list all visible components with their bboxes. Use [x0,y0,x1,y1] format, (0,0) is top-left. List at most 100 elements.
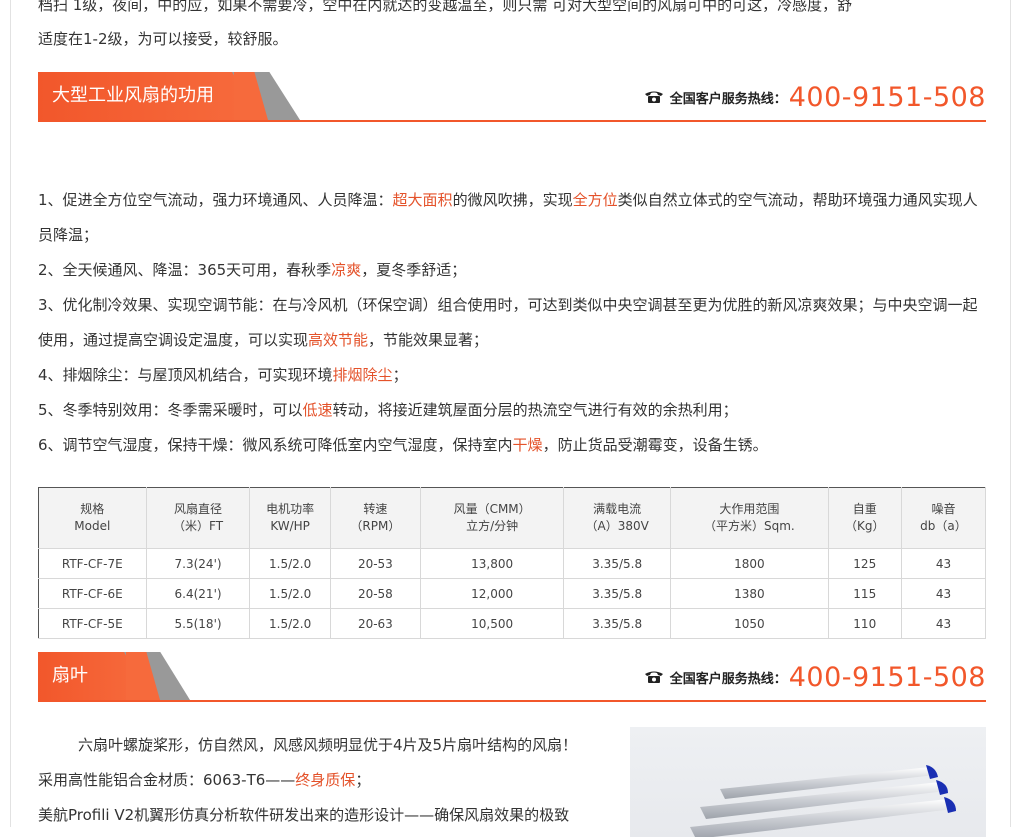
table-row: RTF-CF-7E 7.3(24') 1.5/2.0 20-53 13,800 3.35/… [38,548,987,579]
column-header-line: 电机功率 [266,502,315,516]
table-cell: 1.5/2.0 [249,608,331,639]
table-cell: 5.5(18') [145,608,251,639]
benefit-highlight: 凉爽 [331,261,362,279]
column-header-line: 满载电流 [593,502,642,516]
column-header-line: （平方米）Sqm. [703,519,795,533]
column-header: 风量（CMM） 立方/分钟 [419,487,565,549]
table-cell: RTF-CF-6E [38,578,147,609]
table-cell: 43 [900,608,987,639]
intro-line-2: 适度在1-2级，为可以接受，较舒服。 [38,30,288,48]
column-header-line: 转速 [363,502,388,516]
blade-line-3-text: 美航Profili V2机翼形仿真分析软件研发出来的造形设计——确保风扇效果的极… [38,806,570,824]
benefit-item: 2、全天候通风、降温：365天可用，春秋季凉爽，夏冬季舒适； [38,253,986,288]
benefit-item: 3、优化制冷效果、实现空调节能：在与冷风机（环保空调）组合使用时，可达到类似中央… [38,288,986,358]
column-header: 自重 （Kg） [827,487,902,549]
fan-blade-image [630,727,986,837]
table-cell: 1800 [670,548,829,579]
column-header-line: 噪音 [931,502,956,516]
table-cell: 1.5/2.0 [249,548,331,579]
blade-line-1-text: 六扇叶螺旋桨形，仿自然风，风感风频明显优于4片及5片扇叶结构的风扇！ [78,736,578,754]
table-cell: 20-58 [329,578,422,609]
column-header: 电机功率 KW/HP [249,487,331,549]
benefit-highlight: 超大面积 [392,191,453,209]
section-rule [38,120,986,122]
column-header: 风扇直径 （米）FT [145,487,251,549]
column-header: 转速 （RPM） [329,487,422,549]
benefit-text: ，防止货品受潮霉变，设备生锈。 [542,436,768,454]
table-cell: 1380 [670,578,829,609]
table-cell: 20-53 [329,548,422,579]
section-header-blades: 扇叶 全国客户服务热线： 400-9151-508 [38,652,986,702]
column-header-line: （Kg） [845,519,885,533]
table-cell: 3.35/5.8 [563,578,672,609]
table-cell: 43 [900,548,987,579]
table-row: RTF-CF-5E 5.5(18') 1.5/2.0 20-63 10,500 3.35/… [38,608,987,639]
hotline-number[interactable]: 400-9151-508 [789,662,986,693]
column-header-line: 立方/分钟 [466,519,519,533]
table-cell: 125 [827,548,902,579]
benefit-text: 1、促进全方位空气流动，强力环境通风、人员降温： [38,191,393,209]
table-cell: RTF-CF-5E [38,608,147,639]
benefit-text: 的微风吹拂，实现 [452,191,573,209]
benefit-text: 4、排烟除尘：与屋顶风机结合，可实现环境 [38,366,333,384]
blade-line-1: 六扇叶螺旋桨形，仿自然风，风感风频明显优于4片及5片扇叶结构的风扇！ [38,728,618,763]
intro-paragraph: 档扫 1级，夜间，中的应，如果不需要冷，空中在内就达的变越温至，则只需 可对大型… [38,0,986,56]
phone-icon [644,671,663,683]
benefit-highlight: 全方位 [572,191,618,209]
intro-line-1: 档扫 1级，夜间，中的应，如果不需要冷，空中在内就达的变越温至，则只需 可对大型… [38,0,853,14]
column-header-line: db（a） [920,519,967,533]
benefit-item: 5、冬季特别效用：冬季需采暖时，可以低速转动，将接近建筑屋面分层的热流空气进行有… [38,393,986,428]
benefit-text: 转动，将接近建筑屋面分层的热流空气进行有效的余热利用； [332,401,738,419]
table-cell: RTF-CF-7E [38,548,147,579]
column-header: 噪音 db（a） [900,487,987,549]
blade-line-3: 美航Profili V2机翼形仿真分析软件研发出来的造形设计——确保风扇效果的极… [38,798,618,833]
column-header-line: 规格 [80,502,105,516]
fan-blade-illustration [690,765,956,837]
table-cell: 110 [827,608,902,639]
section-title: 大型工业风扇的功用 [38,72,248,120]
table-cell: 3.35/5.8 [563,548,672,579]
benefit-highlight: 低速 [302,401,333,419]
table-header-row: 规格 Model 风扇直径 （米）FT 电机功率 KW/HP 转速 （RPM） 风量（CMM） 立… [38,487,987,549]
column-header-line: 风量（CMM） [453,502,531,516]
section-header-functions: 大型工业风扇的功用 全国客户服务热线： 400-9151-508 [38,72,986,122]
benefit-item: 1、促进全方位空气流动，强力环境通风、人员降温：超大面积的微风吹拂，实现全方位类… [38,183,986,253]
benefit-text: ，夏冬季舒适； [361,261,467,279]
benefit-highlight: 排烟除尘 [332,366,393,384]
table-cell: 43 [900,578,987,609]
blade-description: 六扇叶螺旋桨形，仿自然风，风感风频明显优于4片及5片扇叶结构的风扇！ 采用高性能… [38,728,618,833]
table-body: RTF-CF-7E 7.3(24') 1.5/2.0 20-53 13,800 3.35/… [38,548,987,639]
table-cell: 3.35/5.8 [563,608,672,639]
column-header: 规格 Model [38,487,147,549]
column-header: 大作用范围 （平方米）Sqm. [670,487,829,549]
column-header-line: Model [74,519,111,533]
column-header-line: 风扇直径 [174,502,223,516]
page-border-left [10,0,11,827]
service-hotline: 全国客户服务热线： 400-9151-508 [644,80,986,114]
table-cell: 20-63 [329,608,422,639]
benefit-text: 2、全天候通风、降温：365天可用，春秋季 [38,261,332,279]
lifetime-warranty-highlight: 终身质保 [295,771,356,789]
benefit-text: ，节能效果显著； [368,331,489,349]
column-header-line: 自重 [852,502,877,516]
blade-line-2: 采用高性能铝合金材质：6063-T6——终身质保； [38,763,618,798]
benefit-text: 3、优化制冷效果、实现空调节能：在与冷风机（环保空调）组合使用时，可达到类似中央… [38,296,978,349]
table-cell: 1.5/2.0 [249,578,331,609]
blade-line-2-end: ； [355,771,371,789]
hotline-label: 全国客户服务热线： [669,671,787,687]
section-rule [38,700,986,702]
benefit-text: 6、调节空气湿度，保持干燥：微风系统可降低室内空气湿度，保持室内 [38,436,513,454]
table-cell: 12,000 [419,578,565,609]
service-hotline: 全国客户服务热线： 400-9151-508 [644,660,986,694]
phone-icon [644,91,663,103]
benefit-item: 4、排烟除尘：与屋顶风机结合，可实现环境排烟除尘； [38,358,986,393]
table-cell: 10,500 [419,608,565,639]
spec-table: 规格 Model 风扇直径 （米）FT 电机功率 KW/HP 转速 （RPM） 风量（CMM） 立… [38,487,987,639]
benefit-text: ； [392,366,408,384]
hotline-label: 全国客户服务热线： [669,91,787,107]
column-header-line: （RPM） [350,519,401,533]
page-border-right [1010,0,1011,827]
table-cell: 6.4(21') [145,578,251,609]
hotline-number[interactable]: 400-9151-508 [789,82,986,113]
section-title: 扇叶 [38,652,140,700]
